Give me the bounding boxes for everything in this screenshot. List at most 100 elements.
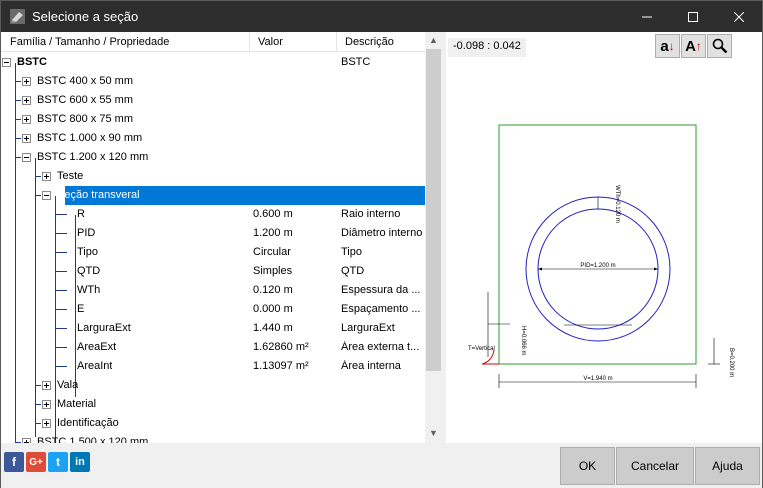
tree-row-label: BSTC 600 x 55 mm <box>37 94 133 106</box>
tree-row[interactable]: R 0.600 m Raio interno <box>1 205 425 224</box>
tree-row-value: Simples <box>253 265 293 277</box>
tree-row[interactable]: Seção transveral <box>1 186 425 205</box>
twitter-icon[interactable]: t <box>48 452 68 472</box>
expand-icon[interactable] <box>22 77 31 86</box>
tree-row[interactable]: AreaExt 1.62860 m² Área externa t... <box>1 338 425 357</box>
tree-connector <box>55 328 67 329</box>
tree-row-description: Espessura da ... <box>341 284 421 296</box>
maximize-button[interactable] <box>670 1 716 32</box>
b-label: B=0.200 m <box>728 348 734 377</box>
tree-row-description: Tipo <box>341 246 362 258</box>
tree-row-label: Teste <box>57 170 84 182</box>
expand-icon[interactable] <box>22 96 31 105</box>
tree-connector <box>15 119 21 120</box>
tree-row-value: 0.600 m <box>253 208 293 220</box>
title-bar[interactable]: Selecione a seção <box>1 1 762 32</box>
tree-row-label: QTD <box>77 265 101 277</box>
preview-toolbar: a ↓ A ↑ <box>655 34 732 58</box>
vertical-scrollbar[interactable]: ▲ ▼ <box>425 32 442 443</box>
zoom-icon <box>712 38 727 54</box>
tree-row-value: 1.200 m <box>253 227 293 239</box>
tree-row[interactable]: BSTC 400 x 50 mm <box>1 72 425 91</box>
facebook-icon[interactable]: f <box>4 452 24 472</box>
cancel-button[interactable]: Cancelar <box>616 447 694 485</box>
cross-section-drawing: PID=1.200 m WTh=0.120 m V=1.940 m B=0.20… <box>468 124 734 388</box>
tree-row[interactable]: Vala <box>1 376 425 395</box>
font-size-icon: A <box>685 37 696 55</box>
tree-connector <box>35 385 41 386</box>
tree-row[interactable]: BSTC BSTC <box>1 53 425 72</box>
tree-row-label: Seção transveral <box>57 189 140 201</box>
expand-icon[interactable] <box>22 134 31 143</box>
expand-icon[interactable] <box>42 172 51 181</box>
tree-row-label: BSTC 1.200 x 120 mm <box>37 151 149 163</box>
sort-ascending-button[interactable]: a ↓ <box>655 34 680 58</box>
column-header-name[interactable]: Família / Tamanho / Propriedade <box>10 36 169 48</box>
tree-connector <box>15 157 21 158</box>
tree-row-label: Identificação <box>57 417 119 429</box>
tree-connector <box>55 347 67 348</box>
tree-row[interactable]: WTh 0.120 m Espessura da ... <box>1 281 425 300</box>
v-label: V=1.940 m <box>583 376 612 382</box>
linkedin-icon[interactable]: in <box>70 452 90 472</box>
google-plus-icon[interactable]: G+ <box>26 452 46 472</box>
collapse-icon[interactable] <box>22 153 31 162</box>
column-divider[interactable] <box>336 32 337 52</box>
column-divider[interactable] <box>249 32 250 52</box>
tree-row[interactable]: QTD Simples QTD <box>1 262 425 281</box>
tree-row[interactable]: Teste <box>1 167 425 186</box>
tree-connector <box>55 309 67 310</box>
close-button[interactable] <box>716 1 762 32</box>
tree-row[interactable]: BSTC 600 x 55 mm <box>1 91 425 110</box>
tree-row[interactable]: BSTC 800 x 75 mm <box>1 110 425 129</box>
tree-row-label: Material <box>57 398 97 410</box>
scroll-down-icon[interactable]: ▼ <box>429 428 438 438</box>
tree-row-value: 1.440 m <box>253 322 293 334</box>
tree-row[interactable]: LarguraExt 1.440 m LarguraExt <box>1 319 425 338</box>
tree-row[interactable]: Identificação <box>1 414 425 433</box>
minimize-button[interactable] <box>624 1 670 32</box>
wth-label: WTh=0.120 m <box>614 185 620 223</box>
app-icon <box>10 9 25 24</box>
expand-icon[interactable] <box>42 381 51 390</box>
tree-row-description: Área interna <box>341 360 401 372</box>
tree-connector <box>35 404 41 405</box>
expand-icon[interactable] <box>22 115 31 124</box>
tree-row-description: BSTC <box>341 56 371 68</box>
property-tree[interactable]: Família / Tamanho / Propriedade Valor De… <box>1 32 442 443</box>
tree-row-value: Circular <box>253 246 291 258</box>
tree-row[interactable]: AreaInt 1.13097 m² Área interna <box>1 357 425 376</box>
tree-row[interactable]: Tipo Circular Tipo <box>1 243 425 262</box>
tree-row-label: AreaInt <box>77 360 113 372</box>
tree-row[interactable]: BSTC 1.000 x 90 mm <box>1 129 425 148</box>
collapse-icon[interactable] <box>2 58 11 67</box>
tree-connector <box>35 176 41 177</box>
tree-row[interactable]: Material <box>1 395 425 414</box>
tree-row-description: Raio interno <box>341 208 401 220</box>
column-header-value[interactable]: Valor <box>258 36 283 48</box>
expand-icon[interactable] <box>42 400 51 409</box>
scroll-up-icon[interactable]: ▲ <box>429 35 438 45</box>
column-header-description[interactable]: Descrição <box>345 36 394 48</box>
close-icon <box>734 11 744 22</box>
scrollbar-thumb[interactable] <box>426 49 441 371</box>
tree-row-label: BSTC 800 x 75 mm <box>37 113 133 125</box>
tree-row-description: QTD <box>341 265 365 277</box>
tree-row-label: PID <box>77 227 96 239</box>
section-preview[interactable]: -0.098 : 0.042 a ↓ A ↑ PID=1.200 m WTh=0… <box>446 32 762 443</box>
tree-row[interactable]: BSTC 1.500 x 120 mm <box>1 433 425 443</box>
dimension-arrow <box>654 267 658 271</box>
font-size-button[interactable]: A ↑ <box>681 34 706 58</box>
collapse-icon[interactable] <box>42 191 51 200</box>
zoom-button[interactable] <box>707 34 732 58</box>
tree-row[interactable]: E 0.000 m Espaçamento ... <box>1 300 425 319</box>
tree-connector <box>15 81 21 82</box>
help-button[interactable]: Ajuda <box>695 447 760 485</box>
expand-icon[interactable] <box>42 419 51 428</box>
tree-row[interactable]: PID 1.200 m Diâmetro interno <box>1 224 425 243</box>
tree-row-label: Tipo <box>77 246 98 258</box>
tree-row[interactable]: BSTC 1.200 x 120 mm <box>1 148 425 167</box>
section-dialog: Selecione a seção Família / Tamanho / Pr… <box>0 0 763 488</box>
ok-button[interactable]: OK <box>560 447 615 485</box>
tree-row-label: BSTC <box>17 56 47 68</box>
